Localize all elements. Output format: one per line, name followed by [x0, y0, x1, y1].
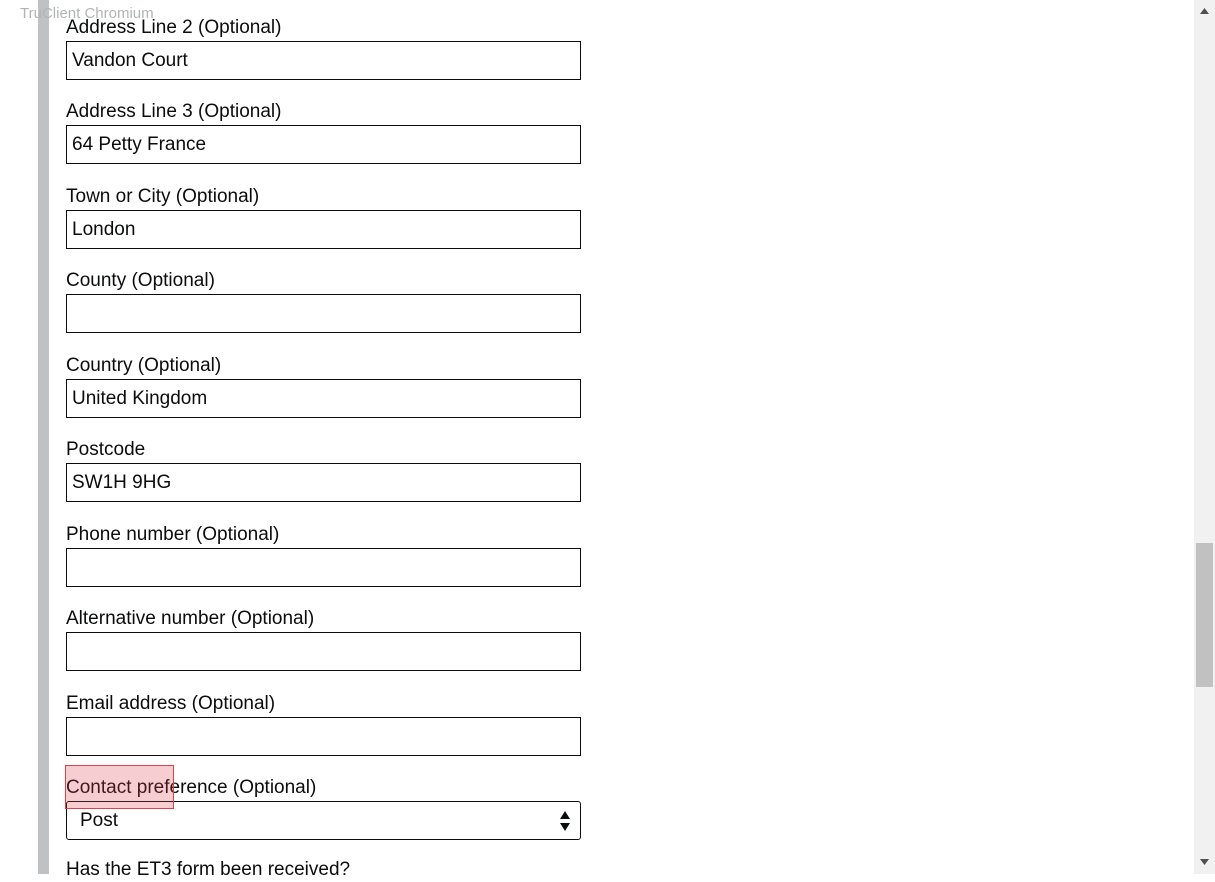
town-or-city-label: Town or City (Optional) [66, 186, 260, 207]
scroll-up-arrow-icon[interactable] [1194, 1, 1215, 21]
scrollbar-thumb[interactable] [1196, 543, 1213, 687]
et3-received-question: Has the ET3 form been received? [66, 859, 351, 880]
vertical-scrollbar[interactable] [1194, 0, 1215, 874]
alternative-number-input[interactable] [66, 632, 581, 671]
email-address-input[interactable] [66, 717, 581, 756]
alternative-number-label: Alternative number (Optional) [66, 608, 315, 629]
postcode-input[interactable] [66, 463, 581, 502]
county-label: County (Optional) [66, 270, 215, 291]
county-input[interactable] [66, 294, 581, 333]
address-line-2-label: Address Line 2 (Optional) [66, 17, 282, 38]
postcode-label: Postcode [66, 439, 146, 460]
email-address-label: Email address (Optional) [66, 693, 276, 714]
address-line-3-input[interactable] [66, 125, 581, 164]
town-or-city-input[interactable] [66, 210, 581, 249]
replay-highlight-overlay [65, 765, 174, 809]
address-line-2-input[interactable] [66, 41, 581, 80]
phone-number-input[interactable] [66, 548, 581, 587]
scroll-down-arrow-icon[interactable] [1194, 852, 1215, 872]
updown-arrows-icon [560, 811, 570, 831]
conditional-reveal-bar [38, 0, 49, 874]
address-line-3-label: Address Line 3 (Optional) [66, 101, 282, 122]
phone-number-label: Phone number (Optional) [66, 524, 280, 545]
country-label: Country (Optional) [66, 355, 222, 376]
contact-preference-selected-value: Post [80, 810, 119, 831]
country-input[interactable] [66, 379, 581, 418]
